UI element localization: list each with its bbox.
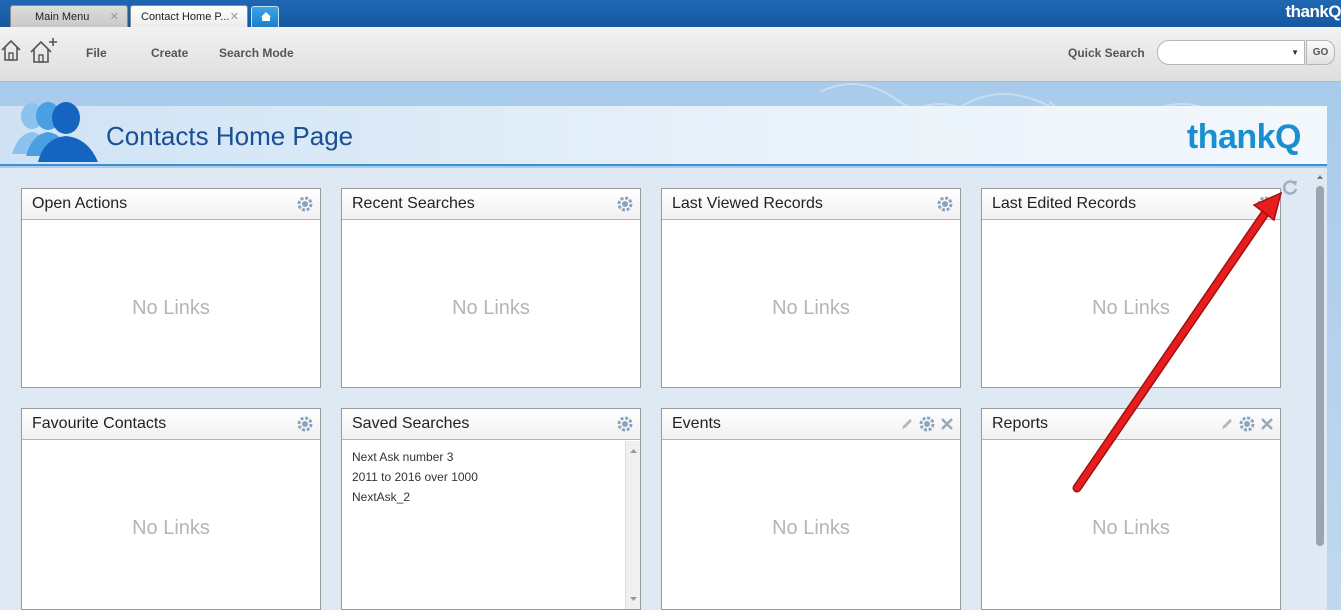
home-icon xyxy=(261,12,271,21)
panel-title: Saved Searches xyxy=(352,415,470,432)
page-scrollbar[interactable] xyxy=(1313,170,1327,610)
home-icon[interactable] xyxy=(0,37,22,63)
panel-header: Recent Searches xyxy=(342,189,640,220)
menu-search-mode[interactable]: Search Mode xyxy=(219,46,294,60)
empty-message: No Links xyxy=(132,297,210,319)
panel-last-edited-records: Last Edited Records No Links xyxy=(981,188,1281,388)
contacts-icon xyxy=(12,102,98,162)
panel-header: Events xyxy=(662,409,960,440)
close-icon[interactable] xyxy=(940,417,954,431)
page-title: Contacts Home Page xyxy=(106,121,354,151)
gear-icon[interactable] xyxy=(616,415,634,433)
page-header: Contacts Home Page thankQ xyxy=(0,102,1327,166)
tab-main-menu[interactable]: Main Menu ✕ xyxy=(10,5,128,27)
quick-search-label: Quick Search xyxy=(1068,46,1145,60)
panel-open-actions: Open Actions No Links xyxy=(21,188,321,388)
panel-recent-searches: Recent Searches No Links xyxy=(341,188,641,388)
panel-header: Favourite Contacts xyxy=(22,409,320,440)
panel-last-viewed-records: Last Viewed Records No Links xyxy=(661,188,961,388)
panel-favourite-contacts: Favourite Contacts No Links xyxy=(21,408,321,610)
menu-create[interactable]: Create xyxy=(151,46,188,60)
tab-home[interactable] xyxy=(251,6,279,27)
gear-icon[interactable] xyxy=(1238,415,1256,433)
pencil-icon[interactable] xyxy=(900,417,914,431)
panel-title: Favourite Contacts xyxy=(32,415,167,432)
empty-message: No Links xyxy=(1092,297,1170,319)
brand-logo: thankQ xyxy=(1285,2,1341,21)
scroll-arrows xyxy=(630,449,637,601)
panel-title: Open Actions xyxy=(32,195,128,212)
panel-saved-searches: Saved Searches Next Ask number 3 2011 to… xyxy=(341,408,641,610)
panel-header: Last Viewed Records xyxy=(662,189,960,220)
gear-icon[interactable] xyxy=(296,415,314,433)
empty-message: No Links xyxy=(132,517,210,539)
tab-bar: Main Menu ✕ Contact Home P... ✕ thankQ xyxy=(0,0,1341,27)
scrollbar[interactable] xyxy=(625,441,640,609)
scroll-up-icon[interactable] xyxy=(1313,170,1327,184)
home-add-icon[interactable] xyxy=(29,37,59,65)
brand-logo: thankQ xyxy=(1186,118,1302,156)
gear-icon[interactable] xyxy=(1256,195,1274,213)
gear-icon[interactable] xyxy=(296,195,314,213)
panel-reports: Reports No Links xyxy=(981,408,1281,610)
pencil-icon[interactable] xyxy=(1220,417,1234,431)
scrollbar-thumb[interactable] xyxy=(1316,186,1324,546)
chevron-down-icon[interactable]: ▼ xyxy=(1291,48,1299,57)
quick-search-input[interactable]: ▼ xyxy=(1157,40,1305,65)
empty-message: No Links xyxy=(452,297,530,319)
menu-file[interactable]: File xyxy=(86,46,107,60)
list-item[interactable]: NextAsk_2 xyxy=(352,487,478,507)
refresh-icon[interactable] xyxy=(1280,177,1300,197)
tab-label: Contact Home P... xyxy=(141,11,230,23)
panel-header: Reports xyxy=(982,409,1280,440)
close-icon[interactable] xyxy=(1260,417,1274,431)
panel-title: Last Viewed Records xyxy=(672,195,823,212)
panel-header: Open Actions xyxy=(22,189,320,220)
panel-events: Events No Links xyxy=(661,408,961,610)
list-item[interactable]: Next Ask number 3 xyxy=(352,447,478,467)
empty-message: No Links xyxy=(772,517,850,539)
toolbar: File Create Search Mode Quick Search ▼ G… xyxy=(0,27,1341,82)
gear-icon[interactable] xyxy=(918,415,936,433)
list-item[interactable]: 2011 to 2016 over 1000 xyxy=(352,467,478,487)
close-icon[interactable]: ✕ xyxy=(110,10,119,23)
empty-message: No Links xyxy=(1092,517,1170,539)
gear-icon[interactable] xyxy=(616,195,634,213)
panel-title: Reports xyxy=(992,415,1049,432)
panel-header: Last Edited Records xyxy=(982,189,1280,220)
panel-title: Last Edited Records xyxy=(992,195,1137,212)
tab-contact-home[interactable]: Contact Home P... ✕ xyxy=(130,5,248,27)
saved-searches-list: Next Ask number 3 2011 to 2016 over 1000… xyxy=(352,447,478,507)
panel-header: Saved Searches xyxy=(342,409,640,440)
empty-message: No Links xyxy=(772,297,850,319)
panel-title: Events xyxy=(672,415,721,432)
close-icon[interactable]: ✕ xyxy=(230,10,239,23)
panel-title: Recent Searches xyxy=(352,195,475,212)
gear-icon[interactable] xyxy=(936,195,954,213)
go-button[interactable]: GO xyxy=(1306,40,1335,65)
tab-label: Main Menu xyxy=(35,11,90,23)
